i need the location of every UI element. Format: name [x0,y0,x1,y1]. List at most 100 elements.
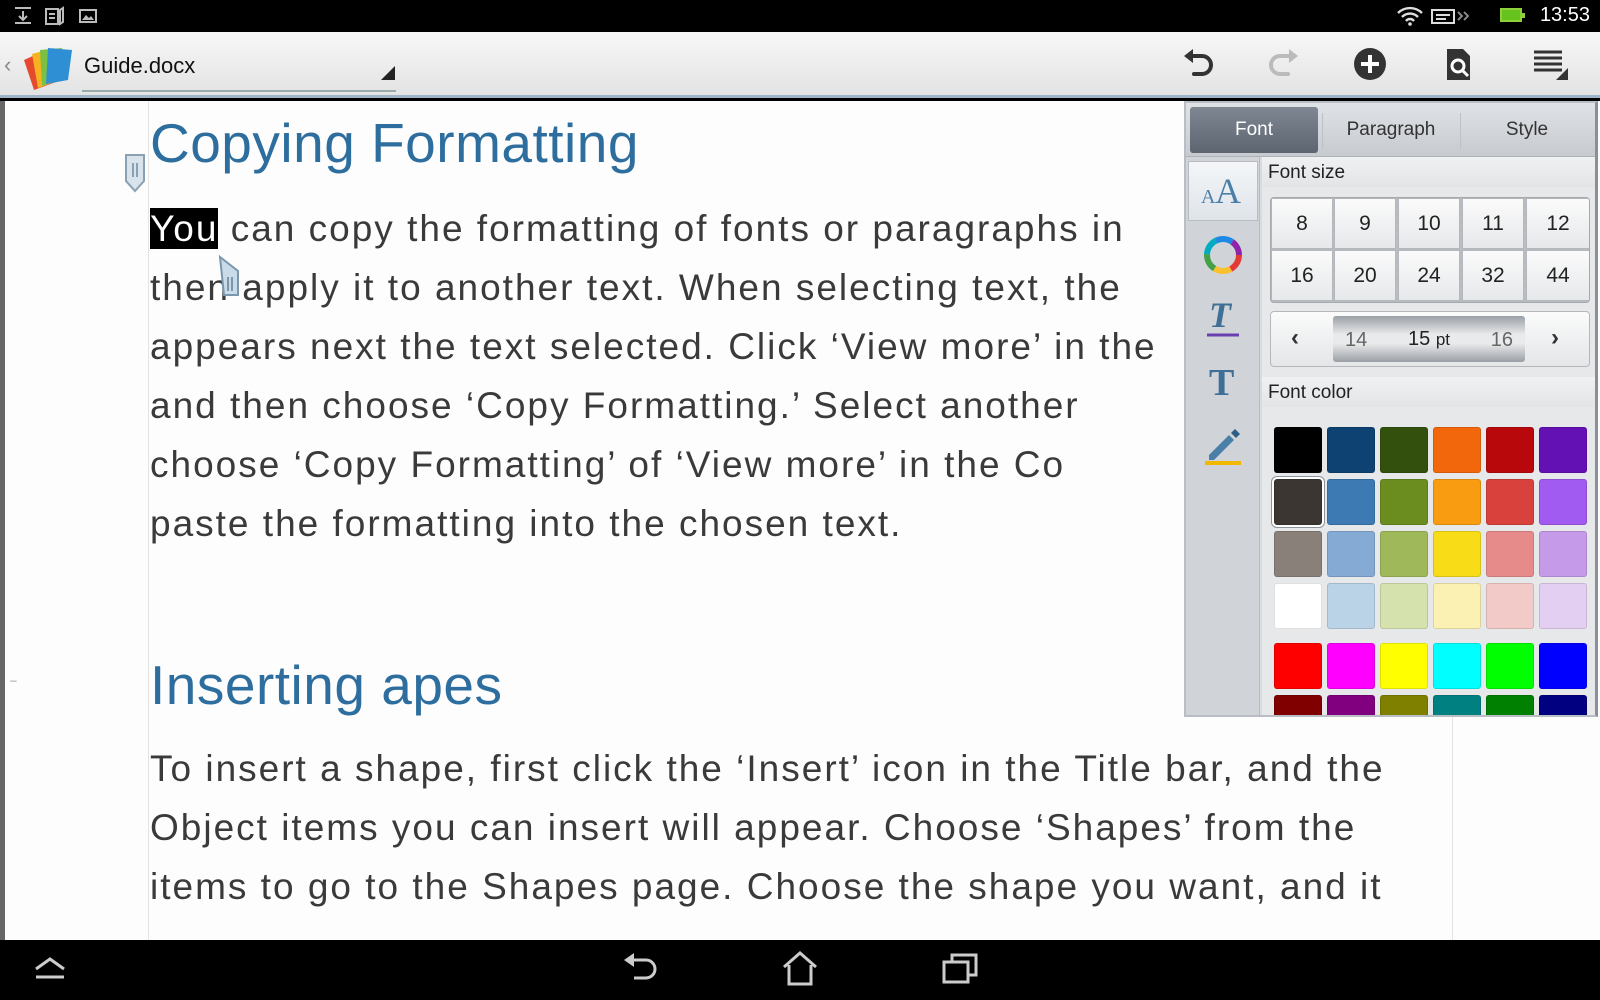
undo-button[interactable] [1176,44,1220,88]
color-swatch[interactable] [1380,479,1428,525]
font-size-option[interactable]: 10 [1398,198,1460,249]
color-swatch[interactable] [1539,479,1587,525]
paragraph-copying-formatting[interactable]: You can copy the formatting of fonts or … [150,199,1157,553]
color-swatch[interactable] [1380,531,1428,577]
color-swatch[interactable] [1274,531,1322,577]
title-dropdown-icon[interactable] [381,66,395,80]
font-size-option[interactable]: 32 [1462,250,1524,301]
font-size-tool-button[interactable]: AA [1188,161,1258,221]
paragraph-line: You can copy the formatting of fonts or … [150,208,1125,249]
section-marker-icon[interactable] [124,153,145,193]
font-size-option[interactable]: 9 [1334,198,1396,249]
tab-font[interactable]: Font [1190,107,1318,153]
paragraph-line: Object items you can insert will appear.… [150,807,1357,848]
color-swatch[interactable] [1539,583,1587,629]
tab-paragraph[interactable]: Paragraph [1324,107,1458,153]
menu-button[interactable] [1528,44,1572,88]
underline-tool-button[interactable]: T [1188,289,1258,349]
status-bar: 13:53 [0,0,1600,32]
app-logo[interactable] [16,42,76,92]
color-swatch[interactable] [1486,427,1534,473]
tab-style[interactable]: Style [1462,107,1592,153]
stepper-next-value[interactable]: 16 [1491,329,1513,352]
stepper-track[interactable]: 14 15 pt 16 [1333,316,1525,362]
font-size-option[interactable]: 44 [1526,250,1589,301]
color-swatch[interactable] [1433,427,1481,473]
chevron-left-icon[interactable]: ‹ [1291,324,1299,352]
recent-apps-button[interactable] [930,948,990,992]
color-swatch[interactable] [1539,695,1587,715]
color-swatch[interactable] [1539,643,1587,689]
color-swatch[interactable] [1433,531,1481,577]
color-swatch[interactable] [1380,643,1428,689]
heading-inserting-shapes: Inserting apes [150,654,503,716]
font-size-option[interactable]: 11 [1462,198,1524,249]
color-swatch[interactable] [1274,643,1322,689]
highlight-tool-button[interactable] [1188,417,1258,477]
insert-button[interactable] [1348,44,1392,88]
color-swatch[interactable] [1433,643,1481,689]
svg-text:A: A [1201,186,1216,208]
tab-divider [1460,113,1461,149]
color-swatch[interactable] [1327,643,1375,689]
color-swatch[interactable] [1380,695,1428,715]
color-tool-button[interactable] [1188,227,1258,287]
paragraph-line: choose ‘Copy Formatting’ of ‘View more’ … [150,444,1066,485]
color-swatch[interactable] [1433,583,1481,629]
text-style-tool-button[interactable]: T [1188,353,1258,413]
home-button[interactable] [770,948,830,992]
color-swatch[interactable] [1272,477,1324,527]
color-swatch[interactable] [1380,427,1428,473]
font-size-option[interactable]: 24 [1398,250,1460,301]
color-swatch[interactable] [1327,479,1375,525]
selection-handle-icon[interactable] [218,254,239,296]
insert-icon [1352,46,1388,87]
color-swatch[interactable] [1274,583,1322,629]
color-wheel-icon [1201,233,1245,282]
margin-guide [148,101,149,940]
chevron-right-icon[interactable]: › [1551,324,1559,352]
font-color-label: Font color [1268,382,1353,403]
collapse-icon [30,953,70,988]
margin-guide-right [1452,701,1453,940]
color-swatch[interactable] [1433,479,1481,525]
color-swatch[interactable] [1433,695,1481,715]
color-swatch[interactable] [1274,695,1322,715]
back-button[interactable] [610,948,670,992]
font-size-option[interactable]: 20 [1334,250,1396,301]
color-swatch[interactable] [1327,427,1375,473]
undo-icon [1180,46,1216,87]
font-size-option[interactable]: 8 [1271,198,1333,249]
color-swatch[interactable] [1380,583,1428,629]
color-swatch[interactable] [1486,695,1534,715]
paragraph-line: To insert a shape, first click the ‘Inse… [150,748,1385,789]
color-swatch[interactable] [1327,695,1375,715]
color-swatch[interactable] [1486,643,1534,689]
color-swatch[interactable] [1327,583,1375,629]
color-swatch[interactable] [1486,583,1534,629]
color-swatch[interactable] [1486,479,1534,525]
battery-icon [1500,8,1525,22]
color-swatch[interactable] [1539,427,1587,473]
text-underline-icon: T [1203,295,1243,344]
back-chevron-icon[interactable]: ‹ [4,52,11,78]
find-button[interactable] [1436,44,1480,88]
collapse-button[interactable] [20,948,80,992]
recent-apps-icon [940,950,980,991]
color-swatch[interactable] [1539,531,1587,577]
color-swatch[interactable] [1327,531,1375,577]
text-style-icon: T [1203,359,1243,408]
color-swatch[interactable] [1274,427,1322,473]
svg-text:T: T [1209,295,1233,335]
redo-button[interactable] [1262,44,1306,88]
font-size-option[interactable]: 16 [1271,250,1333,301]
line-marker: – [10,673,17,687]
redo-icon [1266,46,1302,87]
paragraph-inserting-shapes[interactable]: To insert a shape, first click the ‘Inse… [150,739,1385,916]
selected-text[interactable]: You [150,208,219,249]
font-size-grid: 8 9 10 11 12 16 20 24 32 44 [1270,197,1590,303]
font-size-option[interactable]: 12 [1526,198,1589,249]
color-swatch[interactable] [1486,531,1534,577]
document-title[interactable]: Guide.docx [84,53,195,79]
system-nav-bar [0,940,1600,1000]
